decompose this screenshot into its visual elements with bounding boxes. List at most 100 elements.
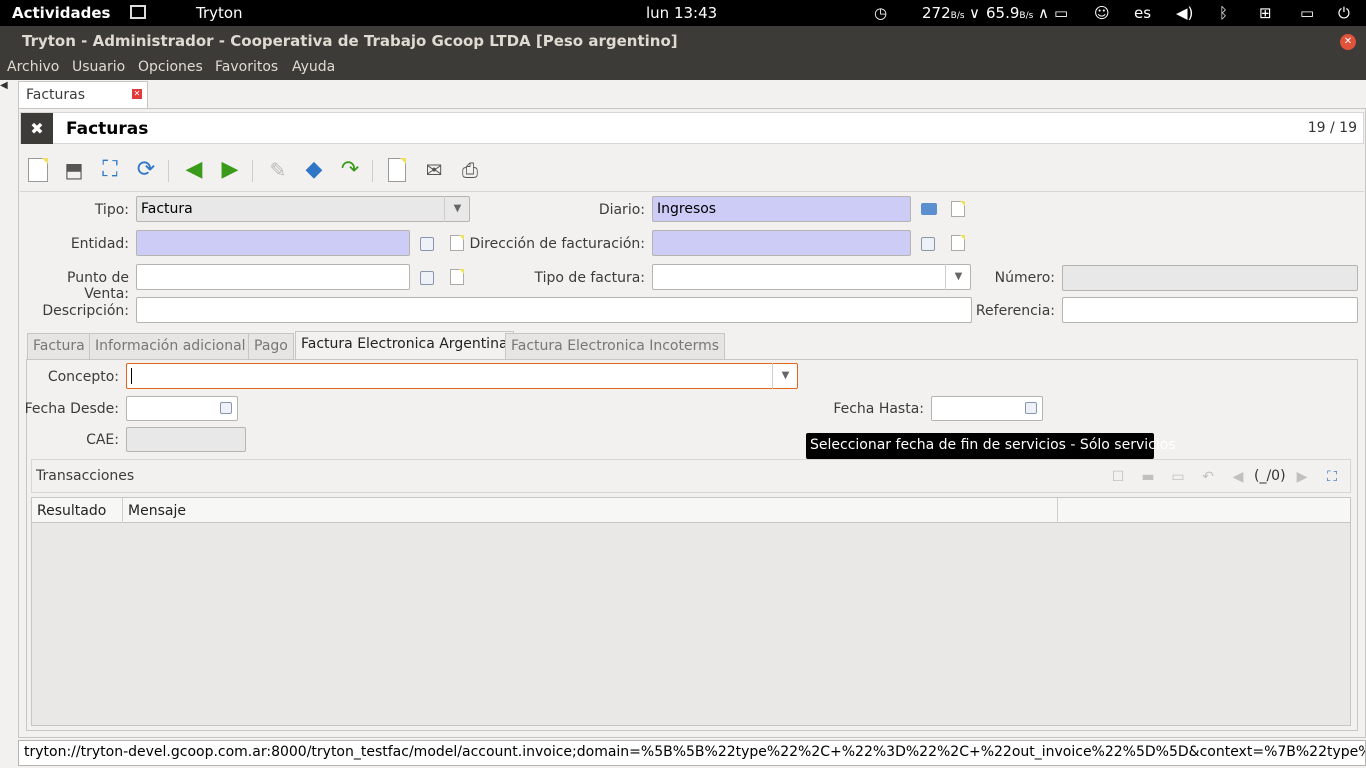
tipo-select[interactable]: Factura [136, 196, 470, 222]
close-window-icon[interactable]: ✕ [1340, 34, 1356, 50]
accessibility-icon[interactable]: ☺ [1094, 4, 1110, 22]
tooltip: Seleccionar fecha de fin de servicios - … [806, 433, 1176, 459]
previous-record-icon[interactable]: ◀ [182, 158, 206, 182]
next-line-icon[interactable]: ▶ [1294, 469, 1310, 485]
tab-factura[interactable]: Factura [27, 333, 91, 359]
tipo-factura-label: Tipo de factura: [534, 270, 645, 286]
bluetooth-icon[interactable]: ᛒ [1219, 4, 1228, 22]
switch-view-icon[interactable]: ⛶ [98, 158, 122, 182]
column-resultado[interactable]: Resultado [32, 498, 123, 523]
descripcion-label: Descripción: [42, 303, 129, 319]
menu-ayuda[interactable]: Ayuda [292, 59, 335, 75]
net-up-speed: 65.9B/s [986, 4, 1034, 22]
numero-field [1062, 265, 1358, 291]
direccion-field[interactable] [652, 230, 911, 256]
tools-icon: ✖ [21, 113, 53, 144]
display-icon[interactable]: ▭ [1054, 4, 1068, 22]
table-header: Resultado Mensaje [32, 498, 1350, 523]
app-menu[interactable]: Tryton [196, 4, 243, 22]
next-record-icon[interactable]: ▶ [218, 158, 242, 182]
transacciones-header: Transacciones ☐ ▬ ▭ ↶ ◀ (_/0) ▶ ⛶ [31, 459, 1351, 493]
toolbar-separator [168, 160, 169, 182]
entidad-label: Entidad: [70, 236, 129, 252]
app-window-icon [130, 5, 146, 19]
concepto-dropdown-icon[interactable]: ▼ [772, 363, 798, 389]
numero-label: Número: [994, 270, 1055, 286]
new-diario-icon[interactable] [951, 201, 965, 217]
doc-tab-label: Facturas [26, 87, 86, 103]
menu-opciones[interactable]: Opciones [138, 59, 203, 75]
new-line-icon[interactable]: ☐ [1110, 469, 1126, 485]
previous-line-icon[interactable]: ◀ [1230, 469, 1246, 485]
punto-venta-label: Punto de Venta: [67, 270, 129, 302]
referencia-field[interactable] [1062, 297, 1358, 323]
line-pager: (_/0) [1254, 468, 1286, 484]
power-icon[interactable]: ⏻ [1338, 4, 1350, 22]
undo-line-icon[interactable]: ↶ [1200, 469, 1216, 485]
volume-icon[interactable]: ◀) [1176, 4, 1193, 22]
clock-tray-icon[interactable]: ◷ [874, 4, 887, 22]
close-tab-icon[interactable]: ✕ [132, 89, 142, 99]
menu-usuario[interactable]: Usuario [72, 59, 125, 75]
clock[interactable]: lun 13:43 [646, 4, 717, 22]
activities-button[interactable]: Actividades [12, 4, 110, 22]
action-icon[interactable]: ◆ [302, 158, 326, 182]
down-arrow-icon: ∨ [969, 4, 980, 22]
attachment-icon[interactable]: ✎ [266, 158, 290, 182]
tab-pago[interactable]: Pago [248, 333, 294, 359]
tab-factura-electronica-argentina[interactable]: Factura Electronica Argentina [295, 331, 514, 360]
search-punto-venta-icon[interactable] [420, 271, 434, 285]
diario-field[interactable]: Ingresos [652, 196, 911, 222]
delete-line-icon[interactable]: ▭ [1170, 469, 1186, 485]
new-punto-venta-icon[interactable] [450, 269, 464, 285]
cae-label: CAE: [86, 432, 119, 448]
calendar-desde-icon[interactable] [220, 402, 232, 414]
page-title: Facturas [66, 119, 149, 139]
tab-factura-electronica-incoterms[interactable]: Factura Electronica Incoterms [505, 333, 726, 359]
menu-bar: Archivo Usuario Opciones Favoritos Ayuda [0, 56, 1366, 80]
save-icon[interactable]: ⬒ [62, 158, 86, 182]
reload-icon[interactable]: ⟳ [134, 158, 158, 182]
relate-icon[interactable]: ↷ [338, 158, 362, 182]
menu-archivo[interactable]: Archivo [7, 59, 59, 75]
tipo-dropdown-icon[interactable]: ▼ [444, 196, 470, 222]
switch-view-lines-icon[interactable]: ⛶ [1324, 469, 1340, 485]
entidad-field[interactable] [136, 230, 410, 256]
open-folder-icon[interactable] [921, 203, 937, 215]
transacciones-title: Transacciones [36, 468, 135, 484]
fecha-desde-label: Fecha Desde: [24, 401, 119, 417]
keyboard-language[interactable]: es [1134, 4, 1151, 22]
report-icon[interactable] [388, 158, 406, 182]
up-arrow-icon: ∧ [1038, 4, 1049, 22]
network-icon[interactable]: ⊞ [1259, 4, 1272, 22]
battery-icon[interactable]: ▭ [1300, 4, 1314, 22]
transacciones-table: Resultado Mensaje [31, 497, 1351, 726]
open-line-icon[interactable]: ▬ [1140, 469, 1156, 485]
concepto-label: Concepto: [47, 369, 119, 385]
new-direccion-icon[interactable] [951, 235, 965, 251]
concepto-select[interactable] [126, 363, 798, 389]
cae-field [126, 427, 246, 452]
menu-favoritos[interactable]: Favoritos [215, 59, 278, 75]
pane-toggle-icon[interactable]: ◀ [0, 80, 8, 91]
column-mensaje[interactable]: Mensaje [123, 498, 1058, 523]
search-entidad-icon[interactable] [420, 237, 434, 251]
diario-label: Diario: [598, 202, 645, 218]
window-titlebar: Tryton - Administrador - Cooperativa de … [0, 26, 1366, 56]
tipo-factura-select[interactable] [652, 264, 971, 290]
search-direccion-icon[interactable] [921, 237, 935, 251]
print-icon[interactable]: ⎙ [458, 158, 482, 182]
calendar-hasta-icon[interactable] [1025, 402, 1037, 414]
punto-venta-field[interactable] [136, 264, 410, 290]
email-icon[interactable]: ✉ [422, 158, 446, 182]
doc-tab-facturas[interactable]: Facturas ✕ [18, 81, 148, 108]
tipo-factura-dropdown-icon[interactable]: ▼ [945, 264, 971, 290]
descripcion-field[interactable] [136, 297, 972, 323]
toolbar-separator [372, 160, 373, 182]
url-statusbar: tryton://tryton-devel.gcoop.com.ar:8000/… [18, 740, 1366, 766]
tab-informacion-adicional[interactable]: Información adicional [89, 333, 252, 359]
window-title: Tryton - Administrador - Cooperativa de … [22, 32, 678, 50]
new-record-icon[interactable] [28, 158, 48, 182]
fecha-hasta-label: Fecha Hasta: [833, 401, 924, 417]
tipo-value: Factura [141, 201, 193, 217]
